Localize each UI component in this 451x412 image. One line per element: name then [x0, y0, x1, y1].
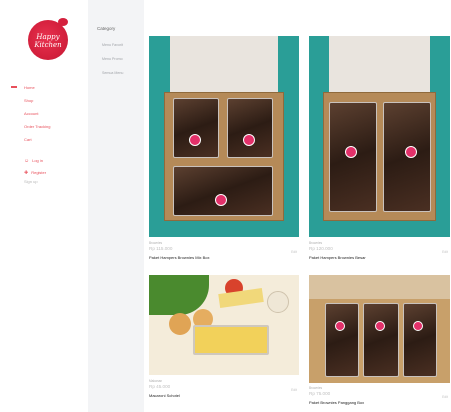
- register-label: Register: [31, 170, 47, 175]
- register-link[interactable]: ✚ Register: [24, 170, 46, 176]
- login-link[interactable]: ☺ Log in: [24, 158, 43, 164]
- brand-sticker: [405, 146, 417, 158]
- product-edit-link[interactable]: Edit: [442, 395, 448, 399]
- brand-logo-text: Happy Kitchen: [34, 33, 62, 49]
- login-label: Log in: [32, 158, 44, 163]
- brownie-bag: [227, 98, 273, 158]
- nav-item-cart[interactable]: Cart: [24, 137, 32, 142]
- category-item[interactable]: Menu Promo: [102, 57, 123, 61]
- brownie-bag: [363, 303, 399, 377]
- product-image[interactable]: [309, 275, 450, 383]
- product-price: Rp 75.000: [309, 391, 331, 396]
- product-image[interactable]: [309, 36, 450, 237]
- brand-sticker: [345, 146, 357, 158]
- add-user-icon: ✚: [24, 170, 29, 176]
- product-name[interactable]: Macaroni Schotel: [149, 393, 180, 398]
- category-panel: Category Menu Favorit Menu Promo Semua M…: [88, 0, 144, 412]
- product-price: Rp 45.000: [149, 384, 171, 389]
- left-nav: Happy Kitchen Home Shop Account Order Tr…: [0, 0, 88, 412]
- product-edit-link[interactable]: Edit: [291, 250, 297, 254]
- product-name[interactable]: Paket Hampers Brownies Besar: [309, 255, 366, 260]
- product-edit-link[interactable]: Edit: [442, 250, 448, 254]
- user-icon: ☺: [24, 158, 30, 164]
- macaroni-dish: [193, 325, 269, 355]
- product-price: Rp 120.000: [309, 246, 333, 251]
- brand-sticker: [215, 194, 227, 206]
- product-price: Rp 115.000: [149, 246, 173, 251]
- category-title: Category: [97, 26, 116, 31]
- brand-sticker: [375, 321, 385, 331]
- box-lid: [309, 275, 450, 299]
- product-card[interactable]: Makanan Rp 45.000 Macaroni Schotel Edit: [149, 275, 299, 410]
- brownie-bag: [173, 166, 273, 216]
- onion-shape: [169, 313, 191, 335]
- product-name[interactable]: Paket Hampers Brownies Mix Box: [149, 255, 209, 260]
- brand-logo[interactable]: Happy Kitchen: [28, 18, 68, 60]
- product-edit-link[interactable]: Edit: [291, 388, 297, 392]
- category-item[interactable]: Menu Favorit: [102, 43, 123, 47]
- category-item[interactable]: Semua Menu: [102, 71, 123, 75]
- sign-up-sublabel: Sign up: [24, 179, 38, 184]
- product-category: Makanan: [149, 379, 163, 383]
- garlic-shape: [267, 291, 289, 313]
- nav-item-home[interactable]: Home: [24, 85, 35, 90]
- nav-item-account[interactable]: Account: [24, 111, 38, 116]
- nav-item-shop[interactable]: Shop: [24, 98, 33, 103]
- brownie-bag: [403, 303, 437, 377]
- product-name[interactable]: Paket Brownies Panggang Box: [309, 400, 364, 405]
- brand-sticker: [413, 321, 423, 331]
- active-nav-marker: [11, 86, 17, 88]
- brownie-bag: [173, 98, 219, 158]
- product-card[interactable]: Brownies Rp 115.000 Paket Hampers Browni…: [149, 36, 299, 266]
- brand-sticker: [243, 134, 255, 146]
- product-category: Brownies: [149, 241, 163, 245]
- brand-sticker: [189, 134, 201, 146]
- product-category: Brownies: [309, 386, 323, 390]
- nav-item-order-tracking[interactable]: Order Tracking: [24, 124, 50, 129]
- product-image[interactable]: [149, 275, 299, 375]
- product-card[interactable]: Brownies Rp 120.000 Paket Hampers Browni…: [309, 36, 450, 266]
- product-category: Brownies: [309, 241, 323, 245]
- product-card[interactable]: Brownies Rp 75.000 Paket Brownies Pangga…: [309, 275, 450, 412]
- product-image[interactable]: [149, 36, 299, 237]
- brownie-bag: [325, 303, 359, 377]
- brand-sticker: [335, 321, 345, 331]
